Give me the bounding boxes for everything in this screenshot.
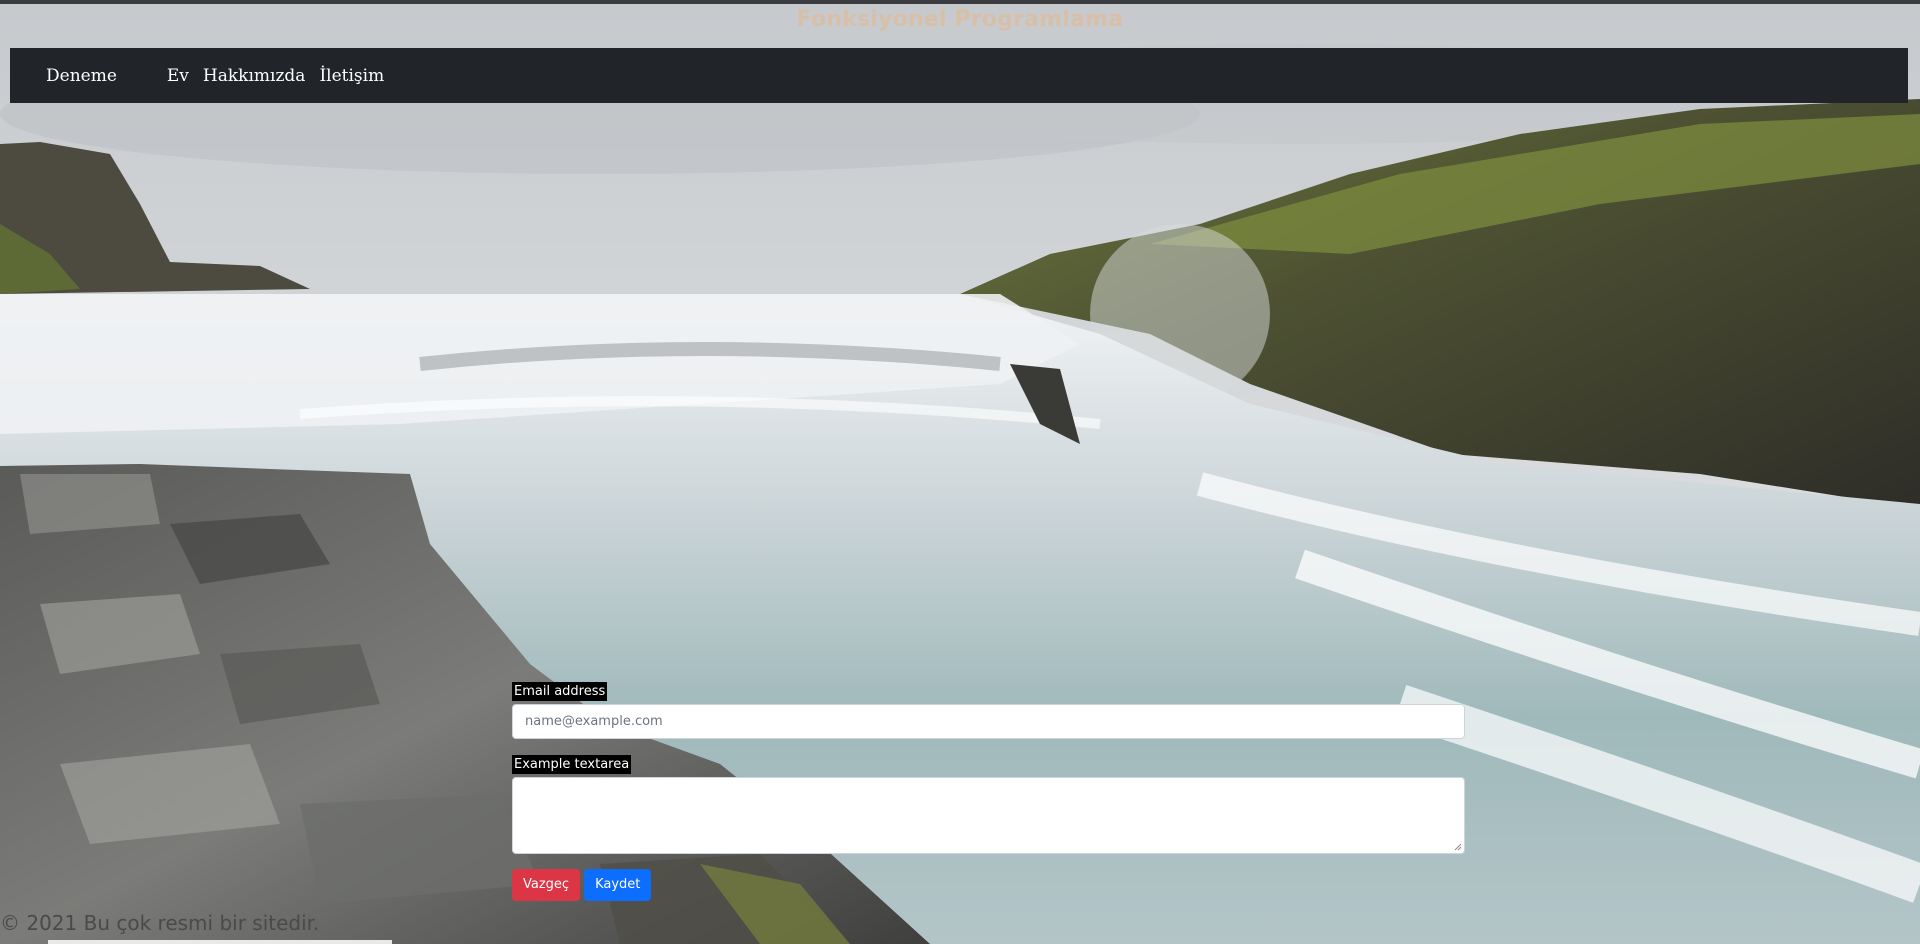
nav-link-about[interactable]: Hakkımızda <box>203 66 306 86</box>
cancel-button[interactable]: Vazgeç <box>512 869 581 901</box>
email-input[interactable]: name@example.com <box>512 704 1465 739</box>
navbar: Deneme Ev Hakkımızda İletişim <box>10 48 1908 103</box>
horizontal-scrollbar[interactable] <box>48 940 392 944</box>
nav-link-contact[interactable]: İletişim <box>319 66 384 86</box>
message-textarea[interactable] <box>512 777 1465 854</box>
nav-link-home[interactable]: Ev <box>167 66 189 86</box>
textarea-group: Example textarea <box>512 753 1465 854</box>
save-button[interactable]: Kaydet <box>584 869 652 901</box>
resize-grip-icon[interactable] <box>1454 843 1462 851</box>
email-group: Email address name@example.com <box>512 680 1465 739</box>
page-title: Fonksiyonel Programlama <box>796 7 1124 32</box>
footer-text: © 2021 Bu çok resmi bir sitedir. <box>0 911 320 935</box>
contact-form: Email address name@example.com Example t… <box>512 680 1465 901</box>
email-label: Email address <box>512 682 608 701</box>
textarea-label: Example textarea <box>512 755 632 774</box>
form-buttons: Vazgeç Kaydet <box>512 869 1465 901</box>
navbar-brand[interactable]: Deneme <box>46 66 117 86</box>
